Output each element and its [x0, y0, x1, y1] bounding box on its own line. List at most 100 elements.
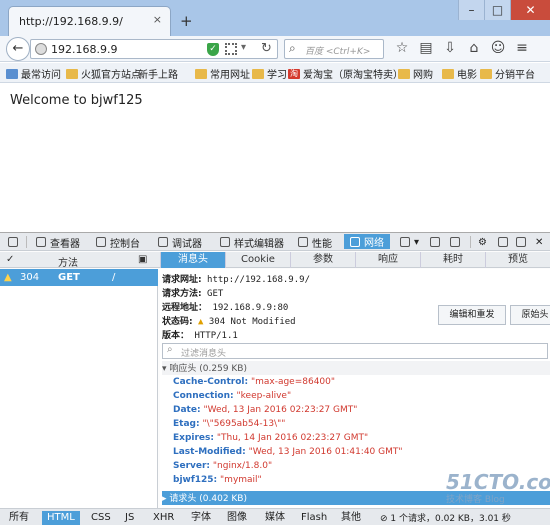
bookmark-common-sites[interactable]: 常用网址 — [195, 66, 250, 81]
window-close-icon[interactable]: ✕ — [510, 0, 550, 20]
page-heading: Welcome to bjwf125 — [10, 93, 143, 108]
tab-performance[interactable]: 性能 — [298, 235, 332, 250]
request-list: ▲ 304 GET / — [0, 269, 158, 509]
taobao-icon: 淘 — [288, 68, 300, 79]
response-header-row: Connection: "keep-alive" — [173, 391, 292, 401]
tab-cookie[interactable]: Cookie — [225, 252, 290, 268]
bookmark-star-icon[interactable]: ☆ — [390, 40, 414, 56]
response-headers-section[interactable]: ▾ 响应头 (0.259 KB) — [162, 361, 550, 375]
url-text[interactable]: 192.168.9.9 — [51, 43, 117, 56]
tab-close-icon[interactable]: × — [153, 13, 162, 26]
search-icon: ⌕ — [167, 344, 173, 355]
home-icon[interactable]: ⌂ — [462, 40, 486, 56]
pick-element-icon[interactable] — [8, 235, 22, 249]
url-bar[interactable]: 192.168.9.9 ✓ ▾ ↻ — [30, 39, 278, 59]
filter-flash[interactable]: Flash — [296, 511, 332, 525]
tab-style-editor[interactable]: 样式编辑器 — [220, 235, 284, 250]
debugger-icon — [158, 237, 168, 247]
window-controls: – □ ✕ — [458, 0, 550, 22]
back-button[interactable]: ← — [6, 37, 30, 61]
screenshot-icon[interactable] — [430, 235, 444, 249]
network-icon — [350, 236, 360, 247]
title-bar: http://192.168.9.9/ × + – □ ✕ — [0, 0, 550, 36]
settings-gear-icon[interactable]: ⚙ — [478, 235, 487, 249]
raw-headers-button[interactable]: 原始头 — [510, 305, 550, 325]
tab-inspector[interactable]: 查看器 — [36, 235, 80, 250]
bookmark-movies[interactable]: 电影 — [442, 66, 477, 81]
filter-fonts[interactable]: 字体 — [186, 511, 216, 525]
nav-icons: ☆ ▤ ⇩ ⌂ ☺ ≡ — [390, 40, 534, 56]
response-header-row: Expires: "Thu, 14 Jan 2016 02:23:27 GMT" — [173, 433, 369, 443]
scratchpad-icon[interactable] — [450, 235, 464, 249]
expand-triangle-icon: ▸ — [162, 494, 167, 504]
filter-images[interactable]: 图像 — [222, 511, 252, 525]
bookmark-shopping[interactable]: 网购 — [398, 66, 433, 81]
collapse-triangle-icon: ▾ — [162, 364, 167, 374]
style-editor-icon — [220, 237, 230, 247]
bookmark-study[interactable]: 学习 — [252, 66, 287, 81]
tab-debugger[interactable]: 调试器 — [158, 235, 202, 250]
response-header-row: Server: "nginx/1.8.0" — [173, 461, 273, 471]
devtools-close-icon[interactable]: ✕ — [535, 235, 543, 249]
tab-response[interactable]: 响应 — [355, 252, 420, 268]
folder-icon — [442, 68, 454, 79]
dock-side-icon[interactable] — [498, 235, 512, 249]
chat-icon[interactable]: ☺ — [486, 40, 510, 56]
minimize-icon[interactable]: – — [458, 0, 484, 20]
response-header-row: Etag: "\"5695ab54-13\"" — [173, 419, 286, 429]
filter-other[interactable]: 其他 — [336, 511, 366, 525]
filter-html[interactable]: HTML — [42, 511, 80, 525]
request-url-line: 请求网址: http://192.168.9.9/ — [162, 275, 310, 285]
file-column-icon[interactable]: ▣ — [138, 254, 147, 265]
tab-console[interactable]: 控制台 — [96, 235, 140, 250]
tab-headers[interactable]: 消息头 — [160, 252, 225, 268]
search-input[interactable]: ⌕ 百度 <Ctrl+K> — [284, 39, 384, 59]
reading-list-icon[interactable]: ▤ — [414, 40, 438, 56]
http-version-line: 版本： HTTP/1.1 — [162, 331, 238, 341]
chevron-down-icon[interactable]: ▾ — [241, 42, 246, 53]
filter-css[interactable]: CSS — [86, 511, 116, 525]
site-watermark: 51CTO.com 技术博客 Blog — [446, 470, 550, 505]
filter-xhr[interactable]: XHR — [148, 511, 179, 525]
tab-preview[interactable]: 预览 — [485, 252, 550, 268]
folder-icon — [195, 68, 207, 79]
shield-icon[interactable]: ✓ — [207, 43, 219, 56]
clear-icon: ⊘ — [380, 514, 388, 524]
request-file: / — [112, 272, 116, 283]
filter-headers-input[interactable]: ⌕ 过滤消息头 — [162, 343, 548, 359]
navigation-toolbar: ← 192.168.9.9 ✓ ▾ ↻ ⌕ 百度 <Ctrl+K> ☆ ▤ ⇩ … — [0, 36, 550, 62]
bookmark-ai-taobao[interactable]: 淘爱淘宝（原淘宝特卖） — [288, 66, 403, 81]
check-column: ✓ — [6, 254, 15, 265]
qr-code-icon[interactable] — [225, 43, 237, 55]
bookmark-getting-started[interactable]: 新手上路 — [138, 66, 178, 81]
undock-icon[interactable] — [516, 235, 530, 249]
tab-timings[interactable]: 耗时 — [420, 252, 485, 268]
request-method-line: 请求方法: GET — [162, 289, 224, 299]
tab-params[interactable]: 参数 — [290, 252, 355, 268]
download-icon[interactable]: ⇩ — [438, 40, 462, 56]
performance-icon — [298, 237, 308, 247]
bookmark-most-visited[interactable]: 最常访问 — [6, 66, 61, 81]
maximize-icon[interactable]: □ — [484, 0, 510, 20]
search-icon: ⌕ — [289, 41, 296, 55]
response-header-row: Last-Modified: "Wed, 13 Jan 2016 01:41:4… — [173, 447, 403, 457]
status-code-line: 状态码: ▲ 304 Not Modified — [162, 317, 296, 327]
split-console-icon[interactable]: ▾ — [400, 235, 419, 249]
browser-tab[interactable]: http://192.168.9.9/ × — [8, 6, 171, 36]
table-row[interactable]: ▲ 304 GET / — [0, 269, 158, 286]
bookmarks-bar: 最常访问 火狐官方站点 新手上路 常用网址 学习 淘爱淘宝（原淘宝特卖） 网购 … — [0, 63, 550, 83]
filter-js[interactable]: JS — [120, 511, 139, 525]
tab-network[interactable]: 网络 — [344, 234, 390, 249]
response-header-row: Date: "Wed, 13 Jan 2016 02:23:27 GMT" — [173, 405, 358, 415]
filter-media[interactable]: 媒体 — [260, 511, 290, 525]
bookmark-distribution[interactable]: 分销平台 — [480, 66, 535, 81]
new-tab-icon[interactable]: + — [180, 12, 193, 30]
filter-all[interactable]: 所有 — [4, 511, 34, 525]
bookmark-firefox-official[interactable]: 火狐官方站点 — [66, 66, 141, 81]
page-content: Welcome to bjwf125 — [0, 84, 550, 232]
edit-resend-button[interactable]: 编辑和重发 — [438, 305, 506, 325]
search-placeholder: 百度 <Ctrl+K> — [305, 47, 371, 57]
method-column[interactable]: 方法 — [58, 254, 78, 269]
reload-icon[interactable]: ↻ — [261, 41, 272, 56]
menu-icon[interactable]: ≡ — [510, 40, 534, 56]
